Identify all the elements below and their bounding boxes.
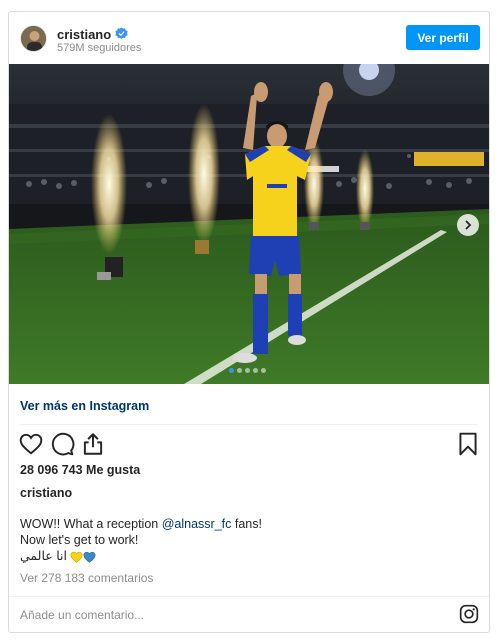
chevron-right-icon <box>465 220 472 230</box>
instagram-embed-card: cristiano 579M seguidores Ver perfil Ver… <box>8 11 490 633</box>
comment-icon[interactable] <box>49 431 75 457</box>
bookmark-icon[interactable] <box>455 431 481 457</box>
stadium-scene <box>9 64 489 384</box>
verified-badge-icon <box>115 27 128 40</box>
view-comments-link[interactable]: Ver 278 183 comentarios <box>20 571 153 585</box>
action-bar <box>9 431 489 461</box>
carousel-dot <box>237 368 242 373</box>
add-comment-input[interactable]: Añade un comentario... <box>20 608 144 622</box>
carousel-dot <box>245 368 250 373</box>
divider <box>9 596 489 597</box>
share-icon[interactable] <box>80 431 106 457</box>
post-header: cristiano 579M seguidores Ver perfil <box>9 12 489 64</box>
caption-username[interactable]: cristiano <box>20 486 72 500</box>
post-caption: WOW!! What a reception @alnassr_fc fans!… <box>20 516 262 564</box>
carousel-dot <box>253 368 258 373</box>
view-profile-button[interactable]: Ver perfil <box>406 25 480 50</box>
caption-line-1: WOW!! What a reception @alnassr_fc fans! <box>20 516 262 532</box>
heart-icon[interactable] <box>18 431 44 457</box>
arabic-caption-text: انا عالمي <box>20 549 67 563</box>
carousel-indicator <box>229 368 266 373</box>
caption-text: WOW!! What a reception <box>20 517 162 531</box>
like-count[interactable]: 28 096 743 Me gusta <box>20 463 140 477</box>
view-more-on-instagram-link[interactable]: Ver más en Instagram <box>20 399 149 413</box>
yellow-heart-icon <box>70 551 83 563</box>
follower-count: 579M seguidores <box>57 42 142 54</box>
mention-link[interactable]: @alnassr_fc <box>162 517 232 531</box>
blue-heart-icon <box>83 551 96 563</box>
carousel-dot <box>229 368 234 373</box>
instagram-icon[interactable] <box>459 604 479 624</box>
username[interactable]: cristiano <box>57 27 111 42</box>
caption-line-3: انا عالمي <box>20 548 262 564</box>
divider <box>20 424 478 425</box>
caption-line-2: Now let's get to work! <box>20 533 139 547</box>
avatar[interactable] <box>20 25 47 52</box>
carousel-next-button[interactable] <box>457 214 479 236</box>
post-photo[interactable] <box>9 64 489 384</box>
carousel-dot <box>261 368 266 373</box>
caption-text: fans! <box>231 517 262 531</box>
